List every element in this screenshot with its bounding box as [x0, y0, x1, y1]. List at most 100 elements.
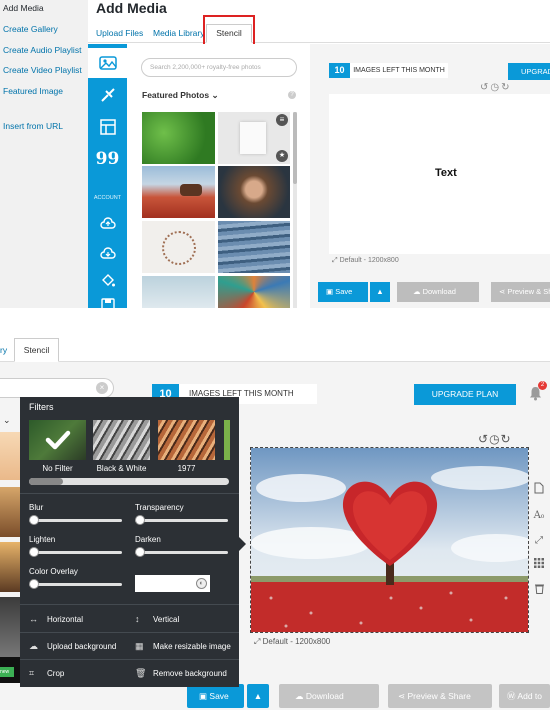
photo-thumbnail[interactable]: [218, 276, 290, 308]
save-button[interactable]: ▣ Save: [187, 684, 244, 708]
transparency-slider-knob[interactable]: [135, 515, 145, 525]
add-to-label: Add to: [517, 691, 542, 701]
star-icon[interactable]: ★: [276, 150, 288, 162]
cloud-download-icon[interactable]: [88, 238, 127, 268]
save-options-button[interactable]: ▲: [247, 684, 269, 708]
photo-thumbnail[interactable]: [0, 487, 20, 537]
menu-item-create-audio-playlist[interactable]: Create Audio Playlist: [3, 45, 81, 55]
menu-icon[interactable]: ≡: [276, 114, 288, 126]
lighten-slider-knob[interactable]: [29, 547, 39, 557]
flip-vertical-button[interactable]: ↕ Vertical: [135, 614, 179, 624]
featured-photos-dropdown[interactable]: Featured Photos ⌄: [142, 90, 219, 101]
photo-thumbnail[interactable]: ≡ ★: [218, 112, 290, 164]
preview-share-button[interactable]: ⋖ Preview & Share: [388, 684, 492, 708]
menu-item-create-video-playlist[interactable]: Create Video Playlist: [3, 65, 82, 75]
save-options-button[interactable]: ▲: [370, 282, 390, 302]
cloud-download-icon: ☁: [295, 691, 304, 701]
canvas-size-text: Default - 1200x800: [339, 257, 399, 264]
filter-black-white[interactable]: [93, 420, 150, 460]
canvas-text[interactable]: Text: [435, 167, 457, 179]
color-overlay-slider-knob[interactable]: [29, 579, 39, 589]
upgrade-plan-button[interactable]: UPGRADE PLAN: [414, 384, 516, 405]
editor-pane: 10 IMAGES LEFT THIS MONTH UPGRADE PLAN ↺…: [310, 44, 550, 308]
undo-icon[interactable]: ↺: [480, 82, 490, 93]
color-overlay-slider[interactable]: [29, 583, 122, 586]
menu-item-add-media[interactable]: Add Media: [3, 3, 44, 13]
chevron-down-icon[interactable]: ⌄: [3, 415, 11, 426]
remove-background-button[interactable]: 🗑 Remove background: [135, 668, 227, 679]
preview-share-button[interactable]: ⋖ Preview & Share: [491, 282, 550, 302]
share-icon: ⋖: [398, 691, 406, 701]
photo-thumbnail[interactable]: [142, 166, 215, 218]
quote-icon[interactable]: 99: [88, 144, 127, 174]
page-icon[interactable]: [531, 482, 547, 498]
menu-item-featured-image[interactable]: Featured Image: [3, 86, 63, 96]
photo-thumbnail[interactable]: [142, 221, 215, 273]
tab-upload-files[interactable]: Upload Files: [96, 28, 143, 38]
photo-thumbnail[interactable]: [218, 221, 290, 273]
photo-thumbnail[interactable]: [0, 542, 20, 592]
grid-icon[interactable]: [531, 558, 547, 574]
filter-next[interactable]: [224, 420, 230, 460]
download-button[interactable]: ☁ Download: [397, 282, 479, 302]
download-button[interactable]: ☁ Download: [279, 684, 379, 708]
trash-icon[interactable]: [531, 583, 547, 599]
lighten-slider[interactable]: [29, 551, 122, 554]
blur-slider-knob[interactable]: [29, 515, 39, 525]
redo-icon[interactable]: ↻: [501, 432, 512, 446]
photos-icon[interactable]: [88, 48, 127, 78]
transparency-slider[interactable]: [135, 519, 228, 522]
design-canvas[interactable]: Text: [329, 94, 550, 254]
design-canvas[interactable]: [250, 447, 529, 633]
menu-item-create-gallery[interactable]: Create Gallery: [3, 24, 58, 34]
upgrade-plan-button[interactable]: UPGRADE PLAN: [508, 63, 550, 80]
layout-icon[interactable]: [88, 112, 127, 142]
filter-1977[interactable]: [158, 420, 215, 460]
flip-horizontal-button[interactable]: ↔ Horizontal: [29, 614, 83, 624]
photo-search-input[interactable]: Search 2,200,000+ royalty-free photos: [141, 58, 297, 77]
save-disk-icon: ▣: [326, 287, 334, 296]
photo-thumbnail[interactable]: [0, 432, 20, 480]
photo-thumbnail[interactable]: [142, 112, 215, 164]
clear-search-icon[interactable]: ×: [96, 382, 108, 394]
preview-label: Preview & Share: [507, 287, 550, 296]
tab-media-library[interactable]: Media Library: [153, 28, 205, 38]
upload-background-button[interactable]: ☁ Upload background: [29, 641, 116, 652]
photo-thumbnail[interactable]: [218, 166, 290, 218]
cloud-upload-icon[interactable]: [88, 208, 127, 238]
darken-slider[interactable]: [135, 551, 228, 554]
tab-media-library[interactable]: ry: [0, 345, 7, 355]
menu-item-insert-from-url[interactable]: Insert from URL: [3, 121, 63, 131]
expand-icon[interactable]: ⤢: [531, 533, 547, 549]
tab-stencil[interactable]: Stencil: [14, 338, 59, 362]
photo-thumbnail[interactable]: [0, 597, 20, 657]
divider: [20, 659, 239, 660]
photo-thumbnail[interactable]: [142, 276, 215, 308]
notification-badge: 2: [538, 381, 547, 390]
photo-scrollbar-thumb[interactable]: [293, 112, 297, 184]
crop-icon: ⌗: [29, 668, 35, 678]
filters-scrollbar-thumb[interactable]: [29, 478, 63, 485]
add-to-button[interactable]: Ⓦ Add to: [499, 684, 550, 708]
brush-icon[interactable]: [88, 80, 127, 110]
save-disk-icon[interactable]: [88, 290, 127, 308]
save-button[interactable]: ▣ Save: [318, 282, 368, 302]
history-controls: ↺◷↻: [478, 432, 512, 446]
preview-label: Preview & Share: [407, 691, 471, 701]
color-picker-icon[interactable]: ◐: [196, 578, 207, 589]
canvas-size-label[interactable]: ⤢ Default - 1200x800: [332, 257, 399, 265]
redo-icon[interactable]: ↻: [501, 82, 511, 93]
darken-slider-knob[interactable]: [135, 547, 145, 557]
blur-slider[interactable]: [29, 519, 122, 522]
text-style-icon[interactable]: Ao: [531, 508, 547, 524]
filter-no-filter[interactable]: [29, 420, 86, 460]
canvas-size-label[interactable]: ⤢ Default - 1200x800: [254, 637, 330, 647]
crop-button[interactable]: ⌗ Crop: [29, 668, 64, 679]
undo-icon[interactable]: ↺: [478, 432, 489, 446]
history-icon[interactable]: ◷: [490, 82, 501, 93]
upload-background-label: Upload background: [47, 642, 117, 651]
make-resizable-button[interactable]: ▦ Make resizable image: [135, 641, 231, 652]
history-icon[interactable]: ◷: [489, 432, 500, 446]
resize-icon: ⤢: [254, 637, 261, 646]
help-icon[interactable]: ?: [288, 91, 296, 99]
